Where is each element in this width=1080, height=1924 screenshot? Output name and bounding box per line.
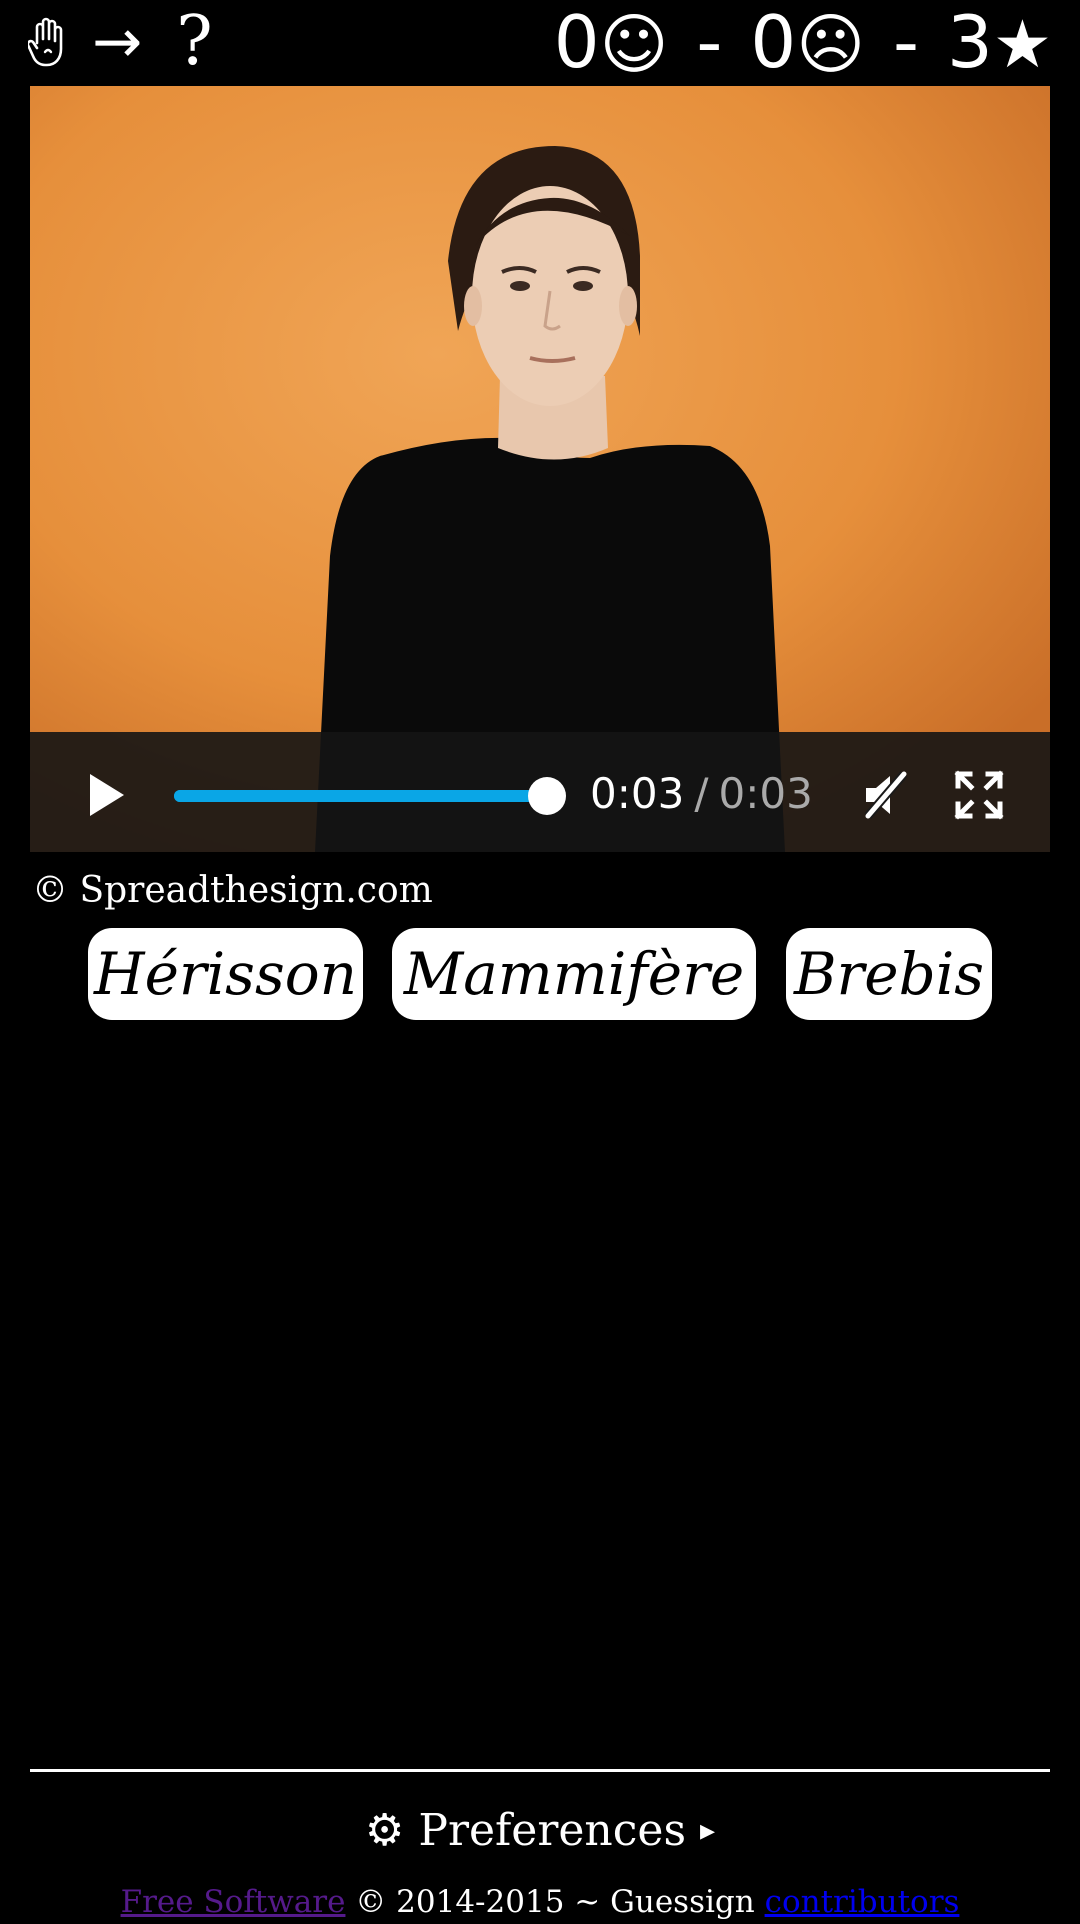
smiley-icon: ☺ xyxy=(599,6,669,83)
seek-handle[interactable] xyxy=(528,777,566,815)
answer-choice-herisson[interactable]: Hérisson xyxy=(88,928,363,1020)
current-time: 0:03 xyxy=(590,769,685,818)
correct-count: 0☺ xyxy=(553,0,669,84)
contributors-link[interactable]: contributors xyxy=(765,1884,960,1920)
play-icon xyxy=(90,774,124,816)
answer-choice-brebis[interactable]: Brebis xyxy=(786,928,992,1020)
divider xyxy=(30,1769,1050,1772)
star-icon: ★ xyxy=(992,6,1052,83)
time-separator: / xyxy=(694,769,709,818)
seek-bar-fill xyxy=(174,790,548,802)
time-display: 0:03/0:03 xyxy=(590,768,813,820)
caret-right-icon: ▸ xyxy=(700,1812,716,1848)
top-bar: → ? 0☺ - 0☹ - 3★ xyxy=(0,0,1080,86)
preferences-toggle[interactable]: ⚙ Preferences ▸ xyxy=(0,1800,1080,1860)
score-separator: - xyxy=(696,0,723,84)
muted-speaker-icon xyxy=(864,771,908,819)
score-separator: - xyxy=(893,0,920,84)
duration: 0:03 xyxy=(718,769,813,818)
preferences-label: Preferences xyxy=(418,1804,687,1856)
free-software-link[interactable]: Free Software xyxy=(121,1884,346,1920)
fullscreen-button[interactable] xyxy=(954,770,1004,820)
mute-button[interactable] xyxy=(860,770,914,820)
fullscreen-icon xyxy=(954,770,1004,820)
raised-hand-icon xyxy=(28,15,70,69)
game-mode-indicator: → ? xyxy=(28,2,213,82)
gear-icon: ⚙ xyxy=(364,1804,405,1856)
video-credit: © Spreadthesign.com xyxy=(32,870,433,911)
score-board: 0☺ - 0☹ - 3★ xyxy=(554,2,1052,82)
video-controls: 0:03/0:03 xyxy=(30,732,1050,852)
answer-choice-mammifere[interactable]: Mammifère xyxy=(392,928,756,1020)
play-button[interactable] xyxy=(80,770,130,820)
question-mark: ? xyxy=(176,2,213,81)
arrow-right-icon: → xyxy=(92,7,143,77)
wrong-count: 0☹ xyxy=(750,0,866,84)
footer-text: © 2014-2015 ~ Guessign xyxy=(345,1884,765,1920)
frown-icon: ☹ xyxy=(796,6,866,83)
sign-video-player[interactable]: 0:03/0:03 xyxy=(30,86,1050,852)
stars-count: 3★ xyxy=(947,0,1052,84)
footer: Free Software © 2014-2015 ~ Guessign con… xyxy=(0,1880,1080,1924)
seek-bar[interactable] xyxy=(174,790,548,802)
answer-choices: Hérisson Mammifère Brebis xyxy=(0,928,1080,1022)
